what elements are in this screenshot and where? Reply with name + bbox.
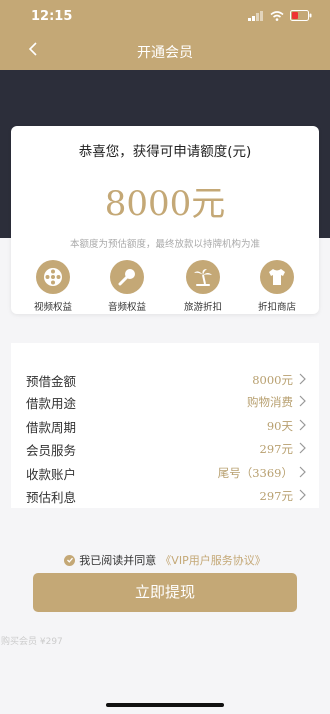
microphone-icon — [110, 260, 144, 294]
info-label: 预借金额 — [26, 374, 77, 389]
info-row-purpose[interactable]: 借款用途 购物消费 — [11, 389, 319, 413]
loan-info-panel: 预借金额 8000元 借款用途 购物消费 借款周期 90天 会员服务 297元 … — [11, 343, 319, 508]
chevron-right-icon — [299, 373, 306, 385]
info-value: 尾号（3369） — [217, 466, 293, 480]
chevron-right-icon — [299, 489, 306, 501]
info-label: 借款用途 — [26, 396, 77, 411]
credit-amount: 8000元 — [104, 184, 226, 224]
info-value: 297元 — [259, 442, 293, 456]
chevron-right-icon — [299, 442, 306, 454]
purchase-note: 购买会员 ¥297 — [1, 637, 63, 647]
status-bar: 12:15 — [0, 0, 330, 32]
card-note: 本额度为预估额度，最终放款以持牌机构为准 — [69, 239, 260, 250]
info-row-period[interactable]: 借款周期 90天 — [11, 413, 319, 437]
info-label: 预估利息 — [26, 490, 77, 505]
benefit-label: 视频权益 — [33, 302, 72, 313]
battery-icon — [290, 10, 312, 21]
credit-limit-card: 恭喜您，获得可申请额度(元) 8000元 本额度为预估额度，最终放款以持牌机构为… — [11, 126, 319, 314]
agreement-row: 我已阅读并同意 《VIP用户服务协议》 — [0, 552, 330, 568]
header-bar: 12:15 开通会员 — [0, 0, 330, 70]
tshirt-icon — [260, 260, 294, 294]
benefit-travel[interactable]: 旅游折扣 — [173, 260, 233, 313]
info-row-membership[interactable]: 会员服务 297元 — [11, 436, 319, 460]
agreement-link[interactable]: 《VIP用户服务协议》 — [160, 552, 265, 568]
status-time: 12:15 — [31, 9, 73, 24]
checkbox-checked-icon[interactable] — [64, 554, 76, 566]
chevron-right-icon — [299, 419, 306, 431]
info-row-interest[interactable]: 预估利息 297元 — [11, 483, 319, 507]
chevron-right-icon — [299, 466, 306, 478]
palm-tree-icon — [186, 260, 220, 294]
page-title: 开通会员 — [137, 45, 193, 61]
signal-icon — [248, 10, 263, 21]
info-label: 收款账户 — [26, 467, 77, 482]
status-icons — [248, 10, 312, 21]
benefit-label: 旅游折扣 — [183, 302, 222, 313]
benefit-shop[interactable]: 折扣商店 — [247, 260, 307, 313]
chevron-right-icon — [299, 395, 306, 407]
info-value: 购物消费 — [247, 395, 293, 409]
withdraw-button[interactable]: 立即提现 — [33, 573, 297, 612]
info-value: 297元 — [259, 489, 293, 503]
agreement-text: 我已阅读并同意 — [79, 554, 157, 567]
info-value: 8000元 — [252, 373, 293, 387]
info-label: 借款周期 — [26, 420, 77, 435]
info-value: 90天 — [266, 419, 293, 433]
card-title: 恭喜您，获得可申请额度(元) — [78, 144, 252, 160]
wifi-icon — [270, 10, 284, 21]
benefit-video[interactable]: 视频权益 — [23, 260, 83, 313]
info-label: 会员服务 — [26, 443, 77, 458]
film-reel-icon — [36, 260, 70, 294]
benefit-audio[interactable]: 音频权益 — [97, 260, 157, 313]
info-row-amount[interactable]: 预借金额 8000元 — [11, 367, 319, 391]
info-row-account[interactable]: 收款账户 尾号（3369） — [11, 460, 319, 484]
benefits-row: 视频权益 音频权益 旅游折扣 折扣商店 — [11, 260, 319, 313]
benefit-label: 音频权益 — [107, 302, 146, 313]
benefit-label: 折扣商店 — [257, 302, 296, 313]
home-indicator[interactable] — [106, 703, 224, 707]
